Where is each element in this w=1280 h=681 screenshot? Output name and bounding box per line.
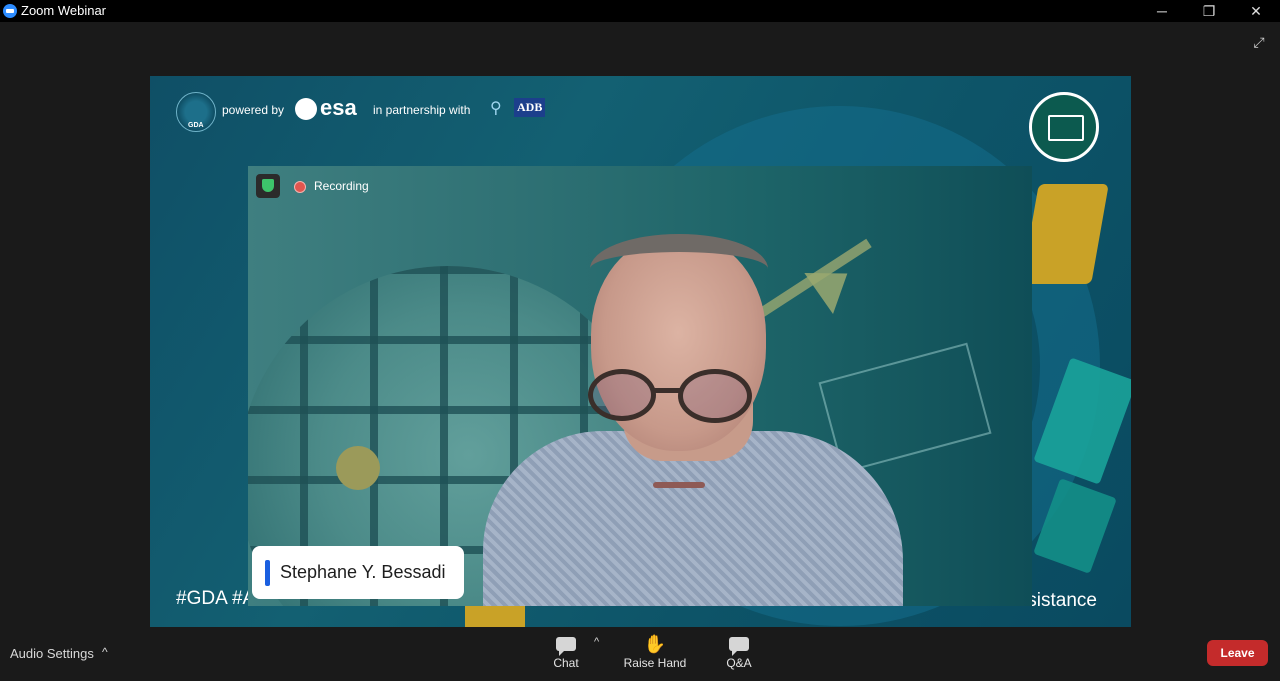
hashtag-text-left: #GDA #A: [176, 588, 256, 609]
audio-settings-chevron-icon[interactable]: ^: [102, 645, 108, 659]
qa-button[interactable]: Q&A: [720, 632, 758, 670]
chat-button[interactable]: Chat: [548, 632, 584, 670]
esa-logo-mark: [295, 98, 317, 120]
speaker-glasses-right: [678, 369, 752, 423]
recording-icon: [294, 181, 306, 193]
esa-logo-text: esa: [320, 95, 357, 120]
fullscreen-icon[interactable]: ⤢: [1249, 32, 1269, 52]
speaker-nameplate: Stephane Y. Bessadi: [252, 546, 464, 599]
hand-icon: ✋: [643, 634, 667, 654]
hashtag-text-right: sistance: [1027, 590, 1097, 611]
security-shield-icon[interactable]: [256, 174, 280, 198]
analytics-badge-logo: [1029, 92, 1099, 162]
powered-by-text: powered by: [222, 103, 285, 117]
speaker-hair: [590, 234, 768, 304]
virtual-background-arrow-head: [804, 252, 862, 315]
qa-icon: [720, 632, 758, 656]
chat-icon: [548, 632, 584, 656]
minimize-button[interactable]: ─: [1139, 0, 1185, 22]
raise-hand-label: Raise Hand: [623, 656, 687, 670]
speaker-mouth: [653, 482, 705, 488]
adb-logo-text: ADB: [514, 98, 546, 117]
close-button[interactable]: ✕: [1233, 0, 1279, 22]
nameplate-accent: [265, 560, 270, 586]
raise-hand-button[interactable]: ✋ Raise Hand: [620, 632, 690, 670]
adb-logo-icon: ⚲: [490, 100, 502, 117]
window-title: Zoom Webinar: [21, 3, 107, 18]
speaker-glasses-bridge: [654, 388, 680, 393]
virtual-background-node: [336, 446, 380, 490]
recording-label: Recording: [314, 179, 369, 193]
gda-logo-text: GDA: [188, 122, 204, 129]
audio-settings-button[interactable]: Audio Settings: [10, 646, 94, 661]
qa-label: Q&A: [726, 656, 752, 670]
speaker-name: Stephane Y. Bessadi: [280, 562, 446, 582]
chat-label: Chat: [553, 656, 579, 670]
chat-options-chevron-icon[interactable]: ^: [594, 636, 599, 648]
restore-button[interactable]: ❐: [1186, 0, 1232, 22]
zoom-app-icon: [3, 4, 17, 18]
leave-button[interactable]: Leave: [1207, 640, 1268, 666]
title-bar: Zoom Webinar ─ ❐ ✕: [0, 0, 1280, 22]
speaker-glasses-left: [588, 369, 656, 421]
partnership-text: in partnership with: [373, 103, 471, 117]
speaker-video: Recording Stephane Y. Bessadi: [248, 166, 1032, 606]
